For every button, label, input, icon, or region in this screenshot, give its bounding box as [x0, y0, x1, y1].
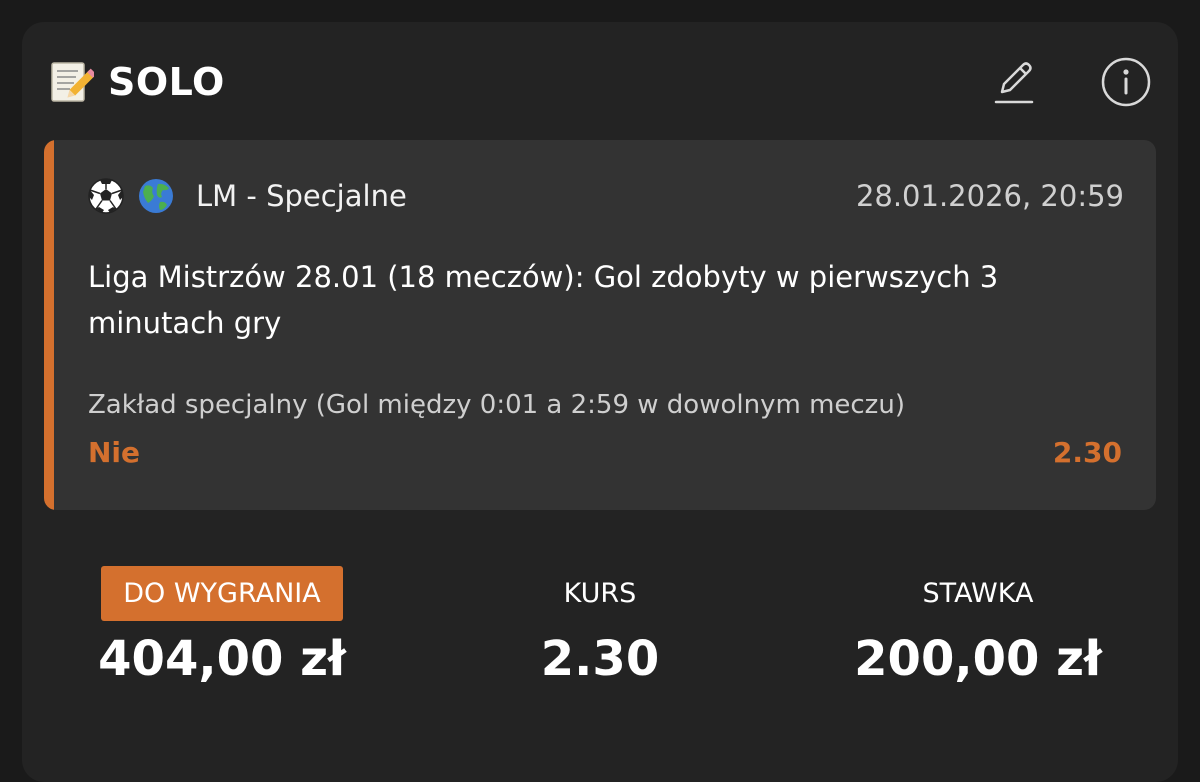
pick-odds: 2.30	[1052, 436, 1122, 469]
pencil-icon[interactable]	[988, 56, 1040, 108]
header-actions	[988, 56, 1152, 108]
stake: STAWKA 200,00 zł	[838, 566, 1118, 687]
bet-slip-card: SOLO LM - Specjalne 28.01.2026, 20:59 Li…	[22, 22, 1178, 782]
bet-selection-box[interactable]: LM - Specjalne 28.01.2026, 20:59 Liga Mi…	[44, 140, 1156, 510]
pick-row: Nie 2.30	[88, 436, 1122, 469]
stake-label: STAWKA	[922, 578, 1034, 609]
potential-win-value: 404,00 zł	[98, 631, 346, 687]
slip-title: SOLO	[108, 60, 225, 104]
total-odds: KURS 2.30	[500, 566, 700, 687]
total-odds-label: KURS	[563, 578, 637, 609]
selected-pick: Nie	[88, 436, 141, 469]
event-datetime: 28.01.2026, 20:59	[855, 179, 1124, 213]
globe-icon	[136, 176, 176, 216]
stake-value: 200,00 zł	[854, 631, 1102, 687]
bet-summary: DO WYGRANIA 404,00 zł KURS 2.30 STAWKA 2…	[22, 566, 1178, 706]
potential-win-label: DO WYGRANIA	[101, 566, 343, 621]
market-title: Liga Mistrzów 28.01 (18 meczów): Gol zdo…	[88, 260, 999, 340]
league-name: LM - Specjalne	[196, 179, 407, 213]
total-odds-value: 2.30	[540, 631, 660, 687]
potential-win: DO WYGRANIA 404,00 zł	[84, 566, 360, 687]
card-header: SOLO	[48, 52, 1152, 112]
soccer-ball-icon	[86, 176, 126, 216]
memo-icon	[48, 59, 94, 105]
bet-type: Zakład specjalny (Gol między 0:01 a 2:59…	[88, 390, 905, 420]
info-icon[interactable]	[1100, 56, 1152, 108]
event-row: LM - Specjalne 28.01.2026, 20:59	[86, 176, 1124, 216]
accent-bar	[44, 140, 54, 510]
